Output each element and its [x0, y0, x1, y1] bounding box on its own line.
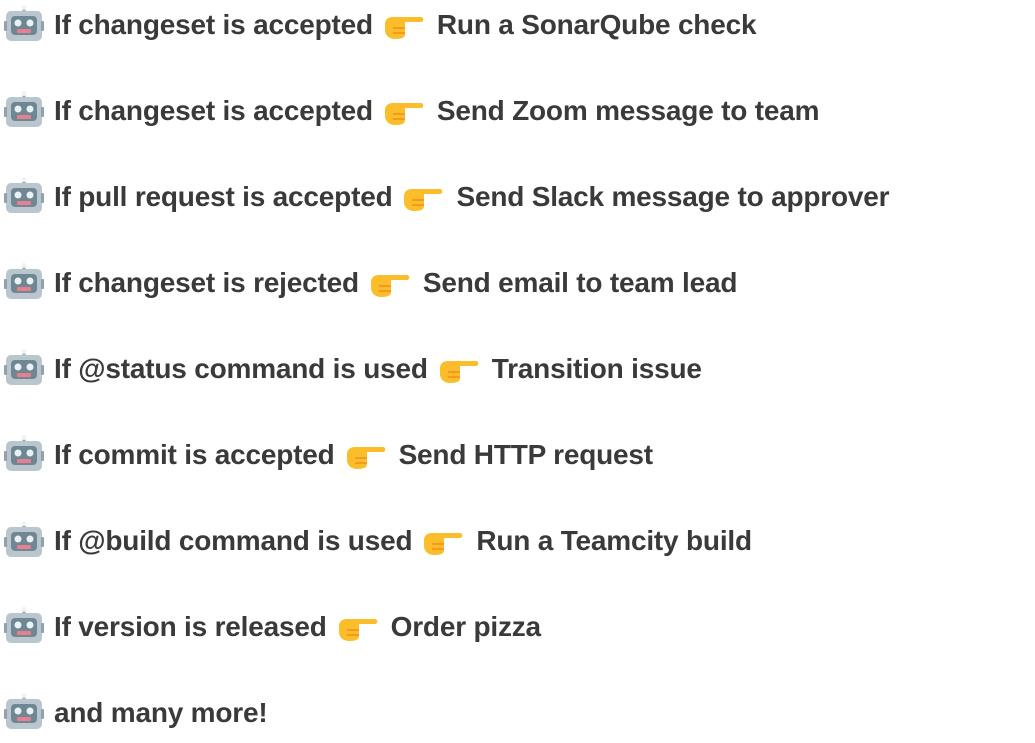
- rule-trigger: If pull request is accepted: [54, 181, 393, 212]
- pointing-hand-icon: [404, 189, 443, 211]
- rule-row: If changeset is accepted Send Zoom messa…: [4, 86, 820, 136]
- rule-trigger: If changeset is rejected: [54, 267, 359, 298]
- pointing-hand-icon: [384, 17, 424, 39]
- rule-action: Send Slack message to approver: [456, 181, 890, 212]
- robot-icon: [4, 693, 44, 729]
- rule-trigger: If commit is accepted: [54, 439, 335, 470]
- rule-row: If changeset is accepted Run a SonarQube…: [4, 0, 757, 50]
- rule-action: Run a Teamcity build: [476, 525, 752, 556]
- robot-icon: [4, 91, 44, 127]
- rule-row: If @status command is used Transition is…: [4, 344, 702, 394]
- rule-action: Send HTTP request: [398, 439, 654, 470]
- robot-icon: [4, 349, 44, 385]
- robot-icon: [4, 435, 44, 471]
- robot-icon: [4, 177, 44, 213]
- robot-icon: [4, 5, 44, 41]
- rule-trigger: If version is released: [54, 611, 327, 642]
- rule-action: Send email to team lead: [422, 267, 738, 298]
- pointing-hand-icon: [424, 533, 463, 555]
- rule-trigger: If changeset is accepted: [54, 9, 373, 40]
- rule-action: Run a SonarQube check: [436, 9, 757, 40]
- rule-action: Order pizza: [390, 611, 541, 642]
- rule-row: If changeset is rejected Send email to t…: [4, 258, 737, 308]
- footer-text: and many more!: [54, 697, 268, 728]
- rule-row: If @build command is used Run a Teamcity…: [4, 516, 752, 566]
- rule-action: Transition issue: [491, 353, 702, 384]
- pointing-hand-icon: [338, 619, 377, 641]
- robot-icon: [4, 263, 44, 299]
- rule-trigger: If @build command is used: [54, 525, 413, 556]
- rule-action: Send Zoom message to team: [436, 95, 820, 126]
- robot-icon: [4, 607, 44, 643]
- rule-row: If commit is accepted Send HTTP request: [4, 430, 653, 480]
- pointing-hand-icon: [384, 103, 424, 125]
- robot-icon: [4, 521, 44, 557]
- rule-trigger: If @status command is used: [54, 353, 428, 384]
- rule-row: If version is released Order pizza: [4, 602, 541, 652]
- rule-trigger: If changeset is accepted: [54, 95, 373, 126]
- rule-row: If pull request is accepted Send Slack m…: [4, 172, 890, 222]
- pointing-hand-icon: [439, 361, 478, 383]
- pointing-hand-icon: [346, 447, 385, 469]
- footer-row: and many more!: [4, 688, 268, 738]
- pointing-hand-icon: [370, 275, 410, 297]
